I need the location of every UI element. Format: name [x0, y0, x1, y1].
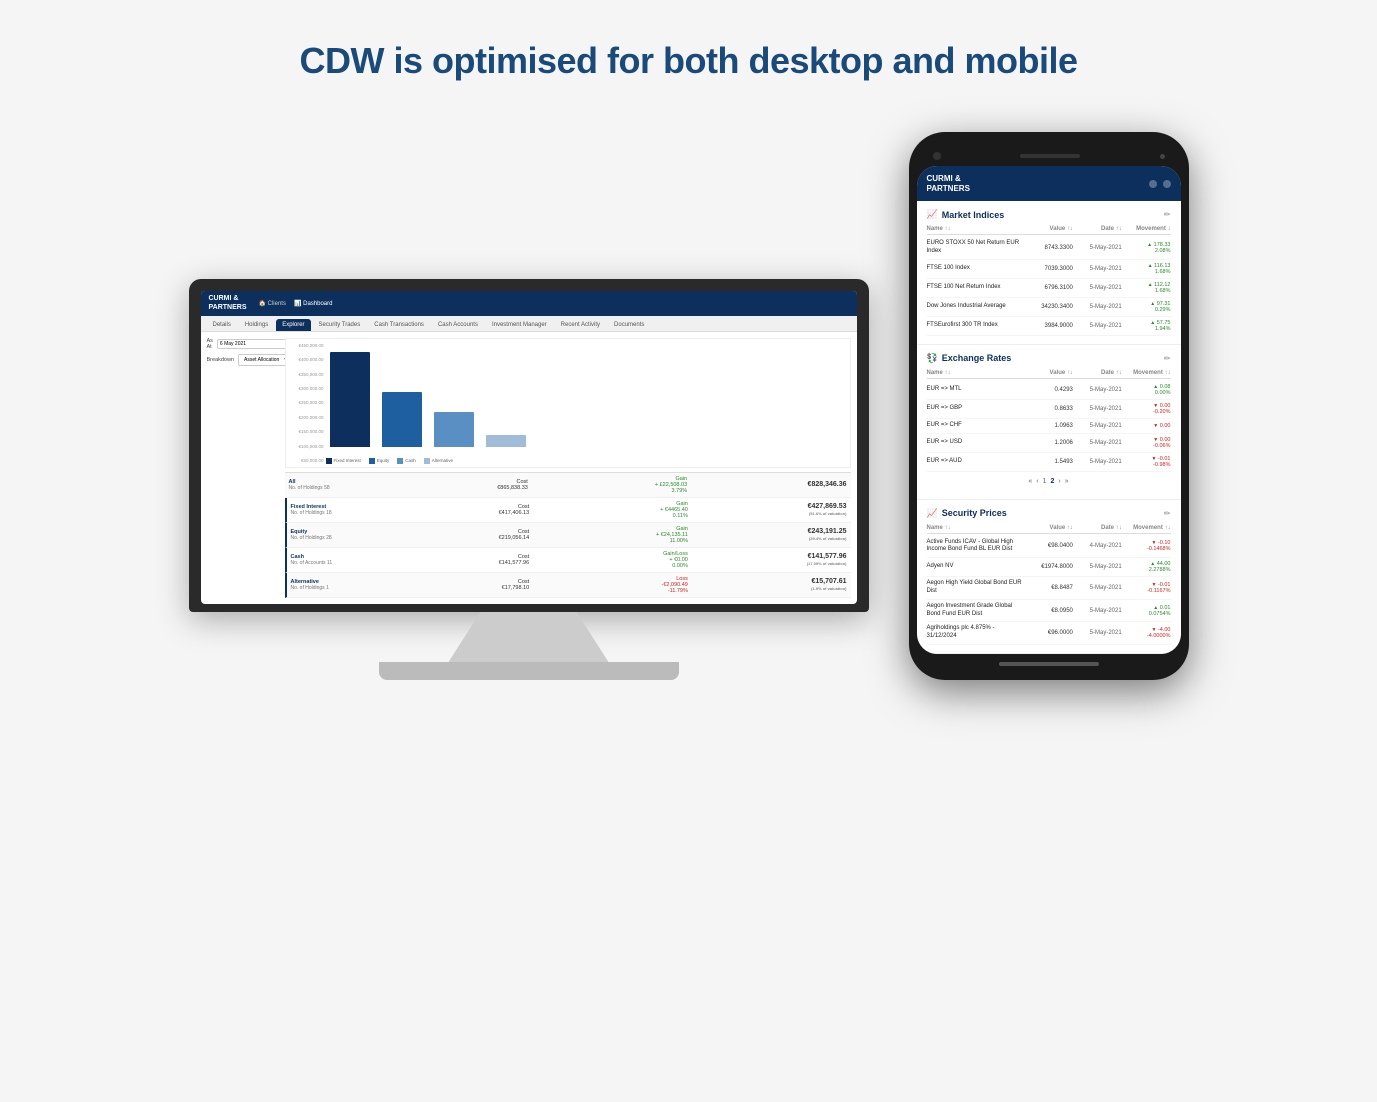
index-row-2: FTSE 100 Index 7039.3000 5-May-2021 116.… — [927, 260, 1171, 279]
market-indices-table-header: Name ↑↓ Value ↑↓ Date ↑↓ Movement ↓ — [927, 226, 1171, 235]
exchange-rates-header: 💱 Exchange Rates ✏ — [927, 353, 1171, 364]
desktop-main: €450,000.00 €400,000.00 €350,000.00 €300… — [285, 338, 851, 598]
tab-security-trades[interactable]: Security Trades — [313, 319, 367, 331]
security-row-1: Active Funds ICAV - Global High Income B… — [927, 536, 1171, 559]
desktop-sidebar: As At Breakdown Asset Allocation — [207, 338, 277, 598]
bar-fixed-interest — [330, 352, 370, 447]
devices-container: CURMI & PARTNERS 🏠 Clients 📊 Dashboard D… — [89, 132, 1289, 680]
security-row-5: Agriholdings plc 4.875% - 31/12/2024 €96… — [927, 622, 1171, 645]
tab-explorer[interactable]: Explorer — [276, 319, 310, 331]
mobile-icon-2[interactable] — [1163, 180, 1171, 188]
table-row-cash: Cash No. of Accounts 11 Cost€141,577.96 … — [285, 548, 851, 573]
monitor-base — [379, 662, 679, 680]
phone-speaker — [1020, 154, 1080, 158]
index-row-4: Dow Jones Industrial Average 34230.3400 … — [927, 298, 1171, 317]
market-indices-edit[interactable]: ✏ — [1164, 210, 1171, 219]
exchange-rates-section: 💱 Exchange Rates ✏ Name ↑↓ Value ↑↓ Date… — [917, 345, 1181, 500]
tab-details[interactable]: Details — [207, 319, 237, 331]
phone-camera — [933, 152, 941, 160]
tab-investment-manager[interactable]: Investment Manager — [486, 319, 553, 331]
bar-cash — [434, 412, 474, 447]
market-indices-section: 📈 Market Indices ✏ Name ↑↓ Value ↑↓ Date… — [917, 201, 1181, 345]
fx-row-3: EUR => CHF 1.0963 5-May-2021 0.00 — [927, 419, 1171, 434]
filter-row-as-at: As At — [207, 338, 277, 350]
desktop-monitor: CURMI & PARTNERS 🏠 Clients 📊 Dashboard D… — [189, 279, 869, 680]
mobile-topbar: CURMI & PARTNERS — [917, 166, 1181, 201]
legend-cash: Cash — [397, 458, 416, 464]
desktop-content: As At Breakdown Asset Allocation — [201, 332, 857, 604]
monitor-frame: CURMI & PARTNERS 🏠 Clients 📊 Dashboard D… — [189, 279, 869, 612]
legend-alt: Alternative — [424, 458, 453, 464]
desktop-topbar: CURMI & PARTNERS 🏠 Clients 📊 Dashboard — [201, 291, 857, 316]
bar-equity — [382, 392, 422, 447]
table-row-equity: Equity No. of Holdings 28 Cost€219,056.1… — [285, 523, 851, 548]
desktop-logo: CURMI & PARTNERS — [209, 295, 247, 312]
phone-screen: CURMI & PARTNERS 📈 Mar — [917, 166, 1181, 654]
chart-y-labels: €450,000.00 €400,000.00 €350,000.00 €300… — [286, 339, 324, 467]
nav-dashboard[interactable]: 📊 Dashboard — [294, 300, 333, 307]
monitor-stand — [449, 612, 609, 662]
exchange-table-header: Name ↑↓ Value ↑↓ Date ↑↓ Movement ↑↓ — [927, 370, 1171, 379]
mobile-topbar-icons — [1149, 180, 1171, 188]
market-indices-title: 📈 Market Indices — [927, 209, 1005, 220]
legend-dot-cash — [397, 458, 403, 464]
page-title: CDW is optimised for both desktop and mo… — [299, 40, 1077, 82]
portfolio-table: All No. of Holdings 58 Cost€865,838.33 G… — [285, 472, 851, 598]
market-indices-header: 📈 Market Indices ✏ — [927, 209, 1171, 220]
breakdown-label: Breakdown — [207, 357, 235, 363]
desktop-app: CURMI & PARTNERS 🏠 Clients 📊 Dashboard D… — [201, 291, 857, 604]
desktop-tabs: Details Holdings Explorer Security Trade… — [201, 316, 857, 332]
legend-dot-equity — [369, 458, 375, 464]
tab-recent-activity[interactable]: Recent Activity — [555, 319, 606, 331]
exchange-rates-edit[interactable]: ✏ — [1164, 354, 1171, 363]
fx-row-4: EUR => USD 1.2006 5-May-2021 0.00 -0.06% — [927, 434, 1171, 453]
index-row-1: EURO STOXX 50 Net Return EUR Index 8743.… — [927, 237, 1171, 260]
legend-dot-fixed — [326, 458, 332, 464]
chart-area: €450,000.00 €400,000.00 €350,000.00 €300… — [285, 338, 851, 468]
tab-cash-transactions[interactable]: Cash Transactions — [368, 319, 430, 331]
security-prices-title: 📈 Security Prices — [927, 508, 1007, 519]
nav-clients[interactable]: 🏠 Clients — [258, 300, 285, 307]
security-prices-section: 📈 Security Prices ✏ Name ↑↓ Value ↑↓ Dat… — [917, 500, 1181, 654]
tab-holdings[interactable]: Holdings — [239, 319, 274, 331]
mobile-phone: CURMI & PARTNERS 📈 Mar — [909, 132, 1189, 680]
monitor-screen: CURMI & PARTNERS 🏠 Clients 📊 Dashboard D… — [201, 291, 857, 604]
legend-equity: Equity — [369, 458, 390, 464]
security-table-header: Name ↑↓ Value ↑↓ Date ↑↓ Movement ↑↓ — [927, 525, 1171, 534]
exchange-rates-title: 💱 Exchange Rates — [927, 353, 1012, 364]
filter-row-breakdown: Breakdown Asset Allocation — [207, 354, 277, 366]
chart-legend: Fixed Interest Equity Cash — [326, 458, 454, 464]
index-row-5: FTSEurofirst 300 TR Index 3984.9000 5-Ma… — [927, 317, 1171, 336]
desktop-nav: 🏠 Clients 📊 Dashboard — [258, 300, 332, 307]
as-at-input[interactable] — [217, 339, 289, 349]
legend-dot-alt — [424, 458, 430, 464]
pagination: « ‹ 1 2 › » — [927, 472, 1171, 491]
tab-documents[interactable]: Documents — [608, 319, 650, 331]
security-prices-header: 📈 Security Prices ✏ — [927, 508, 1171, 519]
fx-row-5: EUR => AUD 1.5493 5-May-2021 -0.01 -0.98… — [927, 453, 1171, 472]
chart-bars — [330, 343, 846, 463]
index-row-3: FTSE 100 Net Return Index 6796.3100 5-Ma… — [927, 279, 1171, 298]
phone-notch — [917, 146, 1181, 166]
phone-dot — [1160, 154, 1165, 159]
legend-fixed: Fixed Interest — [326, 458, 361, 464]
table-row-all: All No. of Holdings 58 Cost€865,838.33 G… — [285, 473, 851, 498]
fx-row-1: EUR => MTL 0.4293 5-May-2021 0.08 0.00% — [927, 381, 1171, 400]
mobile-logo: CURMI & PARTNERS — [927, 174, 970, 193]
mobile-icon-1[interactable] — [1149, 180, 1157, 188]
security-row-4: Aegon Investment Grade Global Bond Fund … — [927, 600, 1171, 623]
table-row-alt: Alternative No. of Holdings 1 Cost€17,79… — [285, 573, 851, 598]
phone-home-indicator[interactable] — [999, 662, 1099, 666]
fx-row-2: EUR => GBP 0.8633 5-May-2021 0.00 -0.20% — [927, 400, 1171, 419]
security-row-3: Aegon High Yield Global Bond EUR Dist €8… — [927, 577, 1171, 600]
mobile-app: CURMI & PARTNERS 📈 Mar — [917, 166, 1181, 654]
as-at-label: As At — [207, 338, 213, 350]
phone-frame: CURMI & PARTNERS 📈 Mar — [909, 132, 1189, 680]
bar-alternative — [486, 435, 526, 447]
security-row-2: Adyen NV €1974.8000 5-May-2021 44.00 2.2… — [927, 558, 1171, 577]
table-row-fixed: Fixed Interest No. of Holdings 18 Cost€4… — [285, 498, 851, 523]
security-prices-edit[interactable]: ✏ — [1164, 509, 1171, 518]
tab-cash-accounts[interactable]: Cash Accounts — [432, 319, 484, 331]
